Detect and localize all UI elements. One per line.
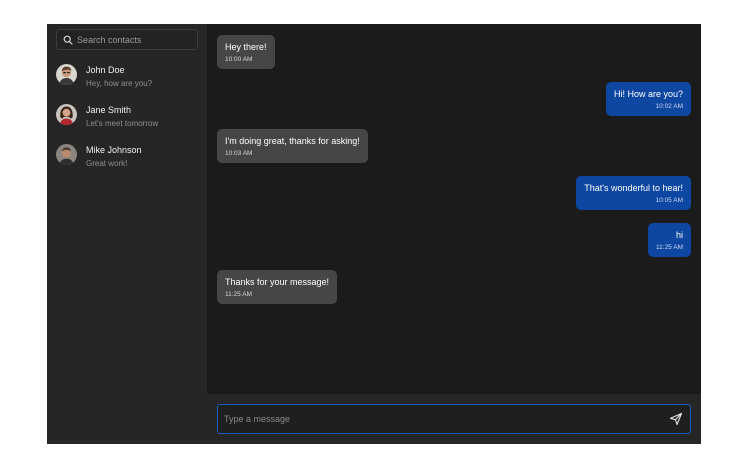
message-time: 10:05 AM [655,197,683,204]
message-time: 10:03 AM [225,150,253,157]
message-time: 11:25 AM [225,291,252,298]
message-input-box[interactable] [217,404,691,434]
contact-search[interactable] [56,29,198,50]
message-text: I'm doing great, thanks for asking! [225,136,360,146]
message-time: 10:00 AM [225,56,253,63]
conversation-panel: Hey there! 10:00 AM Hi! How are you? 10:… [207,24,701,444]
message-bubble-incoming: Thanks for your message! 11:25 AM [217,270,338,304]
message-bubble-outgoing: hi 11:25 AM [648,223,691,257]
message-time: 10:02 AM [655,103,683,110]
search-icon [63,35,73,45]
send-icon [669,412,683,426]
message-text: Hey there! [225,42,267,52]
avatar [56,144,77,165]
message-text: hi [675,230,683,240]
avatar [56,64,77,85]
message-bubble-outgoing: Hi! How are you? 10:02 AM [605,82,691,116]
contact-mike-johnson[interactable]: Mike Johnson Great work! [56,143,198,183]
message-time: 11:25 AM [656,244,683,251]
message-bubble-incoming: I'm doing great, thanks for asking! 10:0… [217,129,368,163]
contact-name: Mike Johnson [86,145,142,155]
message-list: Hey there! 10:00 AM Hi! How are you? 10:… [207,24,701,394]
search-input[interactable] [77,34,191,45]
message-input[interactable] [224,414,669,424]
chat-app: John Doe Hey, how are you? Jane Smith Le… [47,24,701,444]
message-text: Thanks for your message! [225,277,330,287]
contact-last-message: Hey, how are you? [86,79,153,88]
message-text: That's wonderful to hear! [584,183,683,193]
contact-name: John Doe [86,65,125,75]
contact-john-doe[interactable]: John Doe Hey, how are you? [56,63,198,103]
message-bubble-outgoing: That's wonderful to hear! 10:05 AM [576,176,691,210]
contact-name: Jane Smith [86,105,132,115]
contact-list: John Doe Hey, how are you? Jane Smith Le… [56,63,198,183]
contact-jane-smith[interactable]: Jane Smith Let's meet tomorrow [56,103,198,143]
message-text: Hi! How are you? [613,89,683,99]
message-composer [207,394,701,444]
avatar [56,104,77,125]
send-button[interactable] [669,412,683,426]
contact-last-message: Great work! [86,159,128,168]
contact-last-message: Let's meet tomorrow [86,119,159,128]
contacts-sidebar: John Doe Hey, how are you? Jane Smith Le… [47,24,207,444]
message-bubble-incoming: Hey there! 10:00 AM [217,35,275,69]
